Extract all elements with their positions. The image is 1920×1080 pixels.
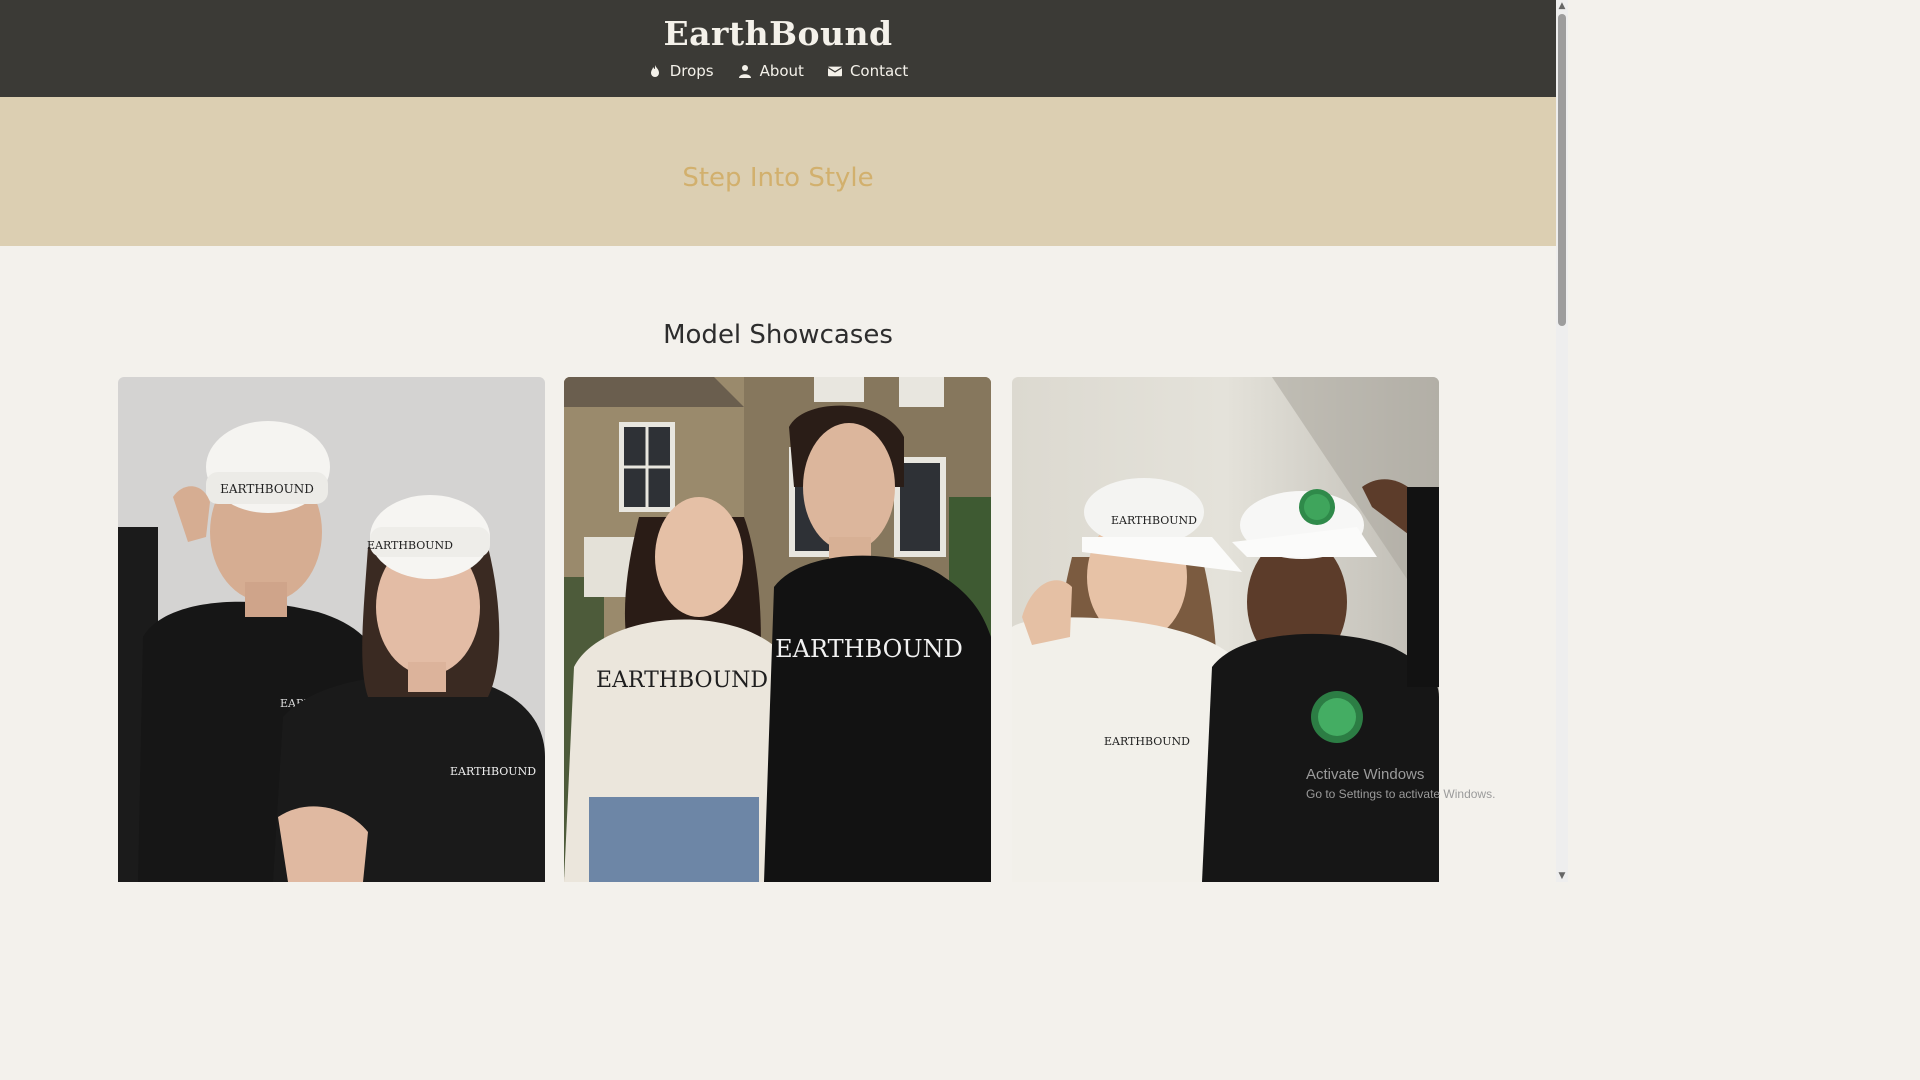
nav-link-contact[interactable]: Contact bbox=[827, 62, 909, 80]
nav-link-label: Contact bbox=[849, 62, 909, 80]
windows-activation-watermark: Activate Windows Go to Settings to activ… bbox=[1306, 766, 1495, 801]
nav-link-label: Drops bbox=[669, 62, 714, 80]
section-title: Model Showcases bbox=[663, 320, 893, 350]
scroll-thumb[interactable] bbox=[1558, 14, 1566, 326]
showcase-image-1: EARTHBOUND EARTHBOUND EARTHBOUND EARTHBO… bbox=[118, 377, 545, 882]
showcase-card-2[interactable]: EARTHBOUND EARTHBOUND bbox=[564, 377, 991, 882]
showcase-card-3[interactable]: EARTHBOUND EARTHBOUND bbox=[1012, 377, 1439, 882]
vertical-scrollbar[interactable]: ▲ ▼ bbox=[1556, 0, 1568, 882]
fire-icon bbox=[648, 64, 662, 78]
nav-link-drops[interactable]: Drops bbox=[648, 62, 714, 80]
tshirt-brand-text: EARTHBOUND bbox=[596, 668, 768, 693]
watermark-title: Activate Windows bbox=[1306, 766, 1425, 783]
user-icon bbox=[738, 64, 752, 78]
scroll-down-arrow-icon[interactable]: ▼ bbox=[1556, 870, 1568, 882]
hero-banner: Step Into Style bbox=[0, 97, 1556, 246]
cap-brand-text: EARTHBOUND bbox=[1111, 514, 1197, 527]
scroll-up-arrow-icon[interactable]: ▲ bbox=[1556, 0, 1568, 12]
brand-logo[interactable]: EarthBound bbox=[0, 14, 1556, 53]
beanie-brand-text: EARTHBOUND bbox=[220, 482, 314, 496]
nav-link-label: About bbox=[759, 62, 804, 80]
hero-title: Step Into Style bbox=[682, 163, 874, 193]
showcase-image-3: EARTHBOUND EARTHBOUND bbox=[1012, 377, 1439, 882]
showcase-card-1[interactable]: EARTHBOUND EARTHBOUND EARTHBOUND EARTHBO… bbox=[118, 377, 545, 882]
site-header: EarthBound Drops About Contact bbox=[0, 0, 1556, 97]
showcase-image-2: EARTHBOUND EARTHBOUND bbox=[564, 377, 991, 882]
watermark-subtitle: Go to Settings to activate Windows. bbox=[1306, 787, 1496, 801]
beanie-brand-text: EARTHBOUND bbox=[367, 539, 453, 552]
main-nav: Drops About Contact bbox=[0, 62, 1556, 80]
envelope-icon bbox=[827, 64, 842, 78]
nav-link-about[interactable]: About bbox=[738, 62, 804, 80]
tshirt-brand-text: EARTHBOUND bbox=[775, 635, 963, 663]
sweatshirt-brand-text: EARTHBOUND bbox=[1104, 735, 1190, 748]
sweatshirt-brand-text: EARTHBOUND bbox=[450, 765, 536, 778]
